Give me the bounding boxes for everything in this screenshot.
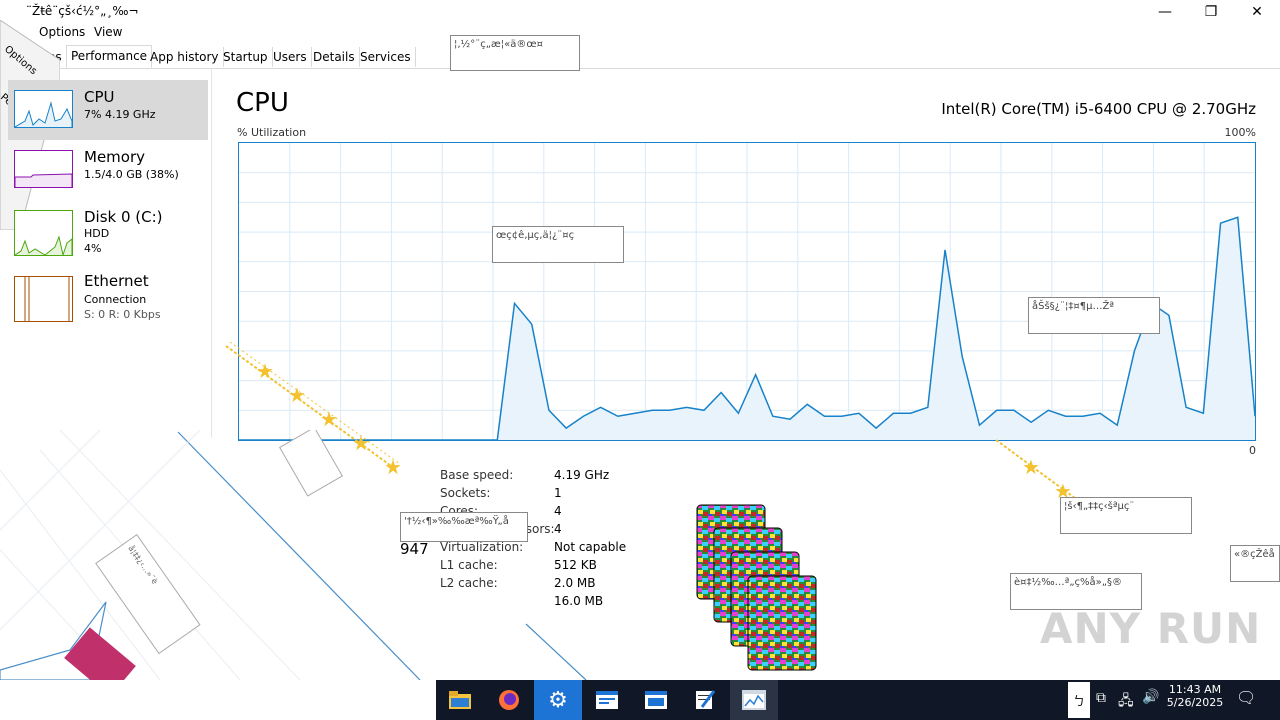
glitch-box: åŠš§¿¨¦‡¤¶µ…Žª [1028, 297, 1160, 334]
memory-thumbnail [14, 150, 73, 188]
sidebar-item-detail: 1.5/4.0 GB (38%) [84, 168, 179, 181]
menu-bar [0, 24, 1280, 44]
restore-button[interactable]: ❐ [1188, 0, 1234, 24]
tab-app-history[interactable]: App history [146, 47, 224, 67]
watermark: ANY RUN [1040, 604, 1262, 653]
min-label: 0 [1249, 444, 1256, 457]
performance-sidebar: CPU 7% 4.19 GHz Memory 1.5/4.0 GB (38%) … [0, 68, 210, 438]
clock-date: 5/26/2025 [1166, 696, 1224, 709]
action-center-tray-icon[interactable]: ⧉ [1096, 690, 1106, 706]
sidebar-item-detail-2: S: 0 R: 0 Kbps [84, 308, 161, 321]
minimize-icon: — [1158, 4, 1172, 20]
window-icon [645, 691, 667, 709]
stat-label: Sockets: [440, 486, 491, 500]
taskbar-notepad[interactable] [681, 680, 729, 720]
star-icon: ★ [1022, 455, 1040, 479]
taskbar-window-1[interactable] [583, 680, 631, 720]
ethernet-thumbnail [14, 276, 73, 322]
glitch-box: ¦š‹¶„‡‡ç‹šªµç¨ [1060, 497, 1192, 534]
taskbar-window-2[interactable] [632, 680, 680, 720]
page-title: CPU [236, 88, 289, 118]
stat-value: 4 [554, 522, 562, 536]
star-icon: ★ [288, 383, 306, 407]
cpu-thumbnail [14, 90, 73, 128]
minimize-button[interactable]: — [1142, 0, 1188, 24]
folder-icon [449, 691, 471, 709]
sidebar-item-detail: Connection [84, 293, 147, 306]
window-title: ¨Žŧê¨çš‹ć½°„¸‰¬ [26, 4, 139, 18]
sidebar-item-cpu[interactable]: CPU 7% 4.19 GHz [8, 80, 208, 140]
stat-value: 512 KB [554, 558, 597, 572]
stat-value: 16.0 MB [554, 594, 604, 608]
sidebar-item-detail: 7% 4.19 GHz [84, 108, 156, 121]
ime-indicator[interactable]: ㄅ [1068, 682, 1090, 718]
sidebar-item-detail-2: 4% [84, 242, 102, 255]
tab-performance[interactable]: Performance [66, 45, 153, 68]
sidebar-item-memory[interactable]: Memory 1.5/4.0 GB (38%) [8, 140, 208, 200]
stat-value: 4 [554, 504, 562, 518]
taskbar-settings[interactable]: ⚙ [534, 680, 582, 720]
menu-view[interactable]: View [94, 24, 122, 40]
stat-label: L2 cache: [440, 576, 498, 590]
sidebar-item-disk[interactable]: Disk 0 (C:) HDD 4% [8, 200, 208, 260]
stat-label: L1 cache: [440, 558, 498, 572]
stat-value: Not capable [554, 540, 627, 554]
star-icon: ★ [320, 407, 338, 431]
volume-icon[interactable]: 🔊 [1142, 689, 1159, 705]
sidebar-item-label: CPU [84, 88, 115, 106]
taskbar-firefox[interactable] [485, 680, 533, 720]
stat-value: 1 [554, 486, 562, 500]
gear-icon: ⚙ [548, 687, 568, 713]
tab-details[interactable]: Details [309, 47, 360, 67]
taskbar-file-explorer[interactable] [436, 680, 484, 720]
tab-users[interactable]: Users [269, 47, 312, 67]
window-icon [596, 691, 618, 709]
sidebar-item-detail: HDD [84, 227, 110, 240]
stat-label: Base speed: [440, 468, 514, 482]
glitch-box: œç¢ê‚µç‚ä¦¿¨¤ç [492, 226, 624, 263]
sidebar-item-label: Memory [84, 148, 146, 166]
network-icon[interactable]: 🖧 [1118, 690, 1134, 714]
tab-services[interactable]: Services [356, 47, 416, 67]
notification-icon[interactable]: 🗨 [1236, 688, 1256, 707]
processor-name: Intel(R) Core(TM) i5-6400 CPU @ 2.70GHz [941, 100, 1256, 118]
disk-thumbnail [14, 210, 73, 256]
restore-icon: ❐ [1204, 4, 1218, 20]
star-icon: ★ [256, 359, 274, 383]
sidebar-item-label: Disk 0 (C:) [84, 208, 163, 226]
glitch-box: '†½‹¶»‰‰æª‰Ÿ„å [400, 512, 528, 542]
glitch-box: «®çŽêå [1230, 545, 1280, 582]
stat-value: 2.0 MB [554, 576, 596, 590]
sidebar-item-label: Ethernet [84, 272, 149, 290]
close-button[interactable]: ✕ [1234, 0, 1280, 24]
ghost-line-2 [525, 623, 587, 680]
task-manager-icon [742, 690, 766, 710]
sidebar-item-ethernet[interactable]: Ethernet Connection S: 0 R: 0 Kbps [8, 266, 208, 326]
glitch-card-stack [696, 504, 817, 671]
utilization-label: % Utilization [237, 126, 307, 139]
glitch-box: ¦‚½°¨ç„æ¦«ä®œ¤ [450, 35, 580, 71]
stat-label: Virtualization: [440, 540, 524, 554]
firefox-icon [499, 690, 519, 710]
star-icon: ★ [384, 455, 402, 479]
star-icon: ★ [352, 431, 370, 455]
notepad-pen-icon [696, 690, 716, 709]
title-bar: ¨Žŧê¨çš‹ć½°„¸‰¬ — ❐ ✕ [0, 0, 1280, 24]
star-trail-1: ★ ★ ★ ★ ★ [225, 341, 402, 479]
sidebar-divider [211, 68, 212, 438]
close-icon: ✕ [1251, 4, 1263, 20]
clock-time: 11:43 AM [1168, 683, 1222, 696]
tab-startup[interactable]: Startup [219, 47, 273, 67]
max-label: 100% [1224, 126, 1256, 139]
taskbar-task-manager[interactable] [730, 680, 778, 720]
clock[interactable]: 11:43 AM 5/26/2025 [1164, 683, 1226, 709]
stat-value: 4.19 GHz [554, 468, 610, 482]
